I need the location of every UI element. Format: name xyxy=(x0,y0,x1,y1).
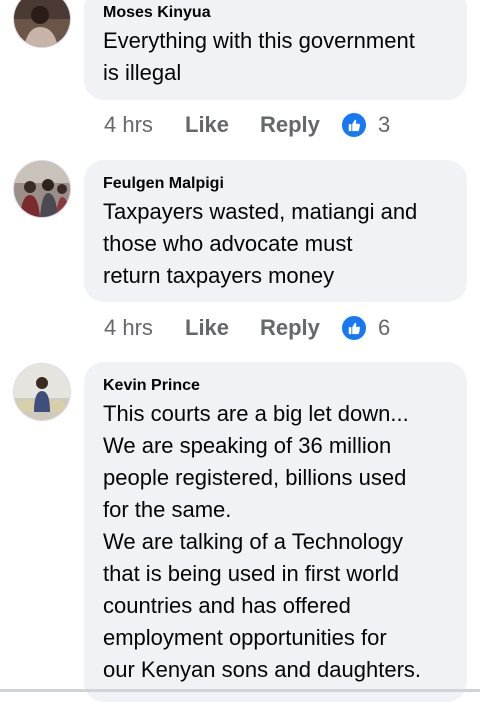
avatar[interactable] xyxy=(13,363,71,421)
comment-actions: 4 hrs Like Reply 3 xyxy=(104,108,390,142)
reply-button[interactable]: Reply xyxy=(260,112,340,138)
comment-text-line: employment opportunities for xyxy=(103,625,387,650)
comment-text-line: people registered, billions used xyxy=(103,465,407,490)
reply-button[interactable]: Reply xyxy=(260,315,340,341)
comment-text-line: Everything with this government xyxy=(103,28,415,53)
comment-text-line: This courts are a big let down... xyxy=(103,401,409,426)
comment-text-line: is illegal xyxy=(103,60,182,85)
comment-author[interactable]: Kevin Prince xyxy=(103,376,451,396)
comment-actions: 4 hrs Like Reply 6 xyxy=(104,311,390,345)
avatar[interactable] xyxy=(13,0,71,48)
comment-author[interactable]: Feulgen Malpigi xyxy=(103,174,451,194)
comment-bubble: Moses Kinyua Everything with this govern… xyxy=(84,0,467,100)
comment-text-line: Taxpayers wasted, matiangi and xyxy=(103,199,418,224)
reaction-count: 3 xyxy=(378,112,391,137)
thumbs-up-icon xyxy=(340,111,368,139)
thumbs-up-icon xyxy=(340,314,368,342)
comment-text-line: We are speaking of 36 million xyxy=(103,433,392,458)
comment-text-line: that is being used in first world xyxy=(103,561,399,586)
comment-text: This courts are a big let down... We are… xyxy=(103,398,451,686)
reaction-summary[interactable]: 6 xyxy=(340,314,390,342)
avatar[interactable] xyxy=(13,160,71,218)
reaction-summary[interactable]: 3 xyxy=(340,111,390,139)
reaction-count: 6 xyxy=(378,315,391,340)
like-button[interactable]: Like xyxy=(185,112,260,138)
comment-bubble: Kevin Prince This courts are a big let d… xyxy=(84,362,467,702)
comment-text: Everything with this government is illeg… xyxy=(103,25,451,89)
like-button[interactable]: Like xyxy=(185,315,260,341)
comment-text-line: return taxpayers money xyxy=(103,263,335,288)
comment-timestamp[interactable]: 4 hrs xyxy=(104,112,185,138)
comment-text: Taxpayers wasted, matiangi and those who… xyxy=(103,196,451,292)
comment-author[interactable]: Moses Kinyua xyxy=(103,3,451,23)
comment-text-line: those who advocate must xyxy=(103,231,353,256)
comment-text-line: our Kenyan sons and daughters. xyxy=(103,657,422,682)
comment-text-line: for the same. xyxy=(103,497,232,522)
comment-timestamp[interactable]: 4 hrs xyxy=(104,315,185,341)
comment-text-line: We are talking of a Technology xyxy=(103,529,404,554)
comment-text-line: countries and has offered xyxy=(103,593,351,618)
comment-bubble: Feulgen Malpigi Taxpayers wasted, matian… xyxy=(84,160,467,302)
